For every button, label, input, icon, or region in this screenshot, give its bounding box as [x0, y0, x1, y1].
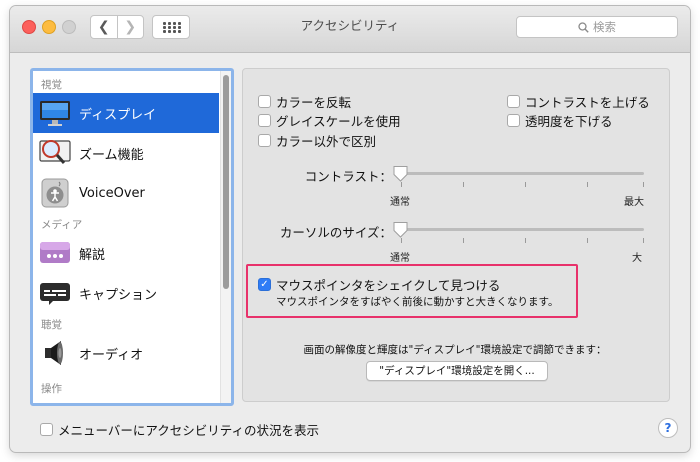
checkbox-label: グレイスケールを使用	[276, 114, 401, 129]
cursor-min-label: 通常	[390, 253, 410, 264]
checkbox-box[interactable]	[258, 95, 271, 108]
search-field[interactable]: 検索	[516, 16, 678, 38]
contrast-slider-label: コントラスト：	[304, 169, 392, 184]
sidebar-item-audio[interactable]: オーディオ	[33, 333, 219, 373]
descriptions-icon	[39, 237, 71, 269]
preferences-window: ❮ ❯ アクセシビリティ 検索 視覚 ディスプレイ ズーム機能 VoiceOve…	[10, 6, 690, 452]
zoom-icon	[39, 137, 71, 169]
sidebar-scrollbar[interactable]	[220, 71, 231, 403]
sidebar-item-label: ディスプレイ	[79, 107, 157, 123]
scrollbar-thumb[interactable]	[223, 75, 229, 289]
checkbox-label: 透明度を下げる	[525, 114, 613, 129]
voiceover-icon	[39, 177, 71, 209]
checkbox-box[interactable]	[258, 134, 271, 147]
display-icon	[39, 97, 71, 129]
contrast-slider-track[interactable]	[394, 172, 644, 175]
sidebar-item-display[interactable]: ディスプレイ	[33, 93, 219, 133]
sidebar-item-captions[interactable]: キャプション	[33, 273, 219, 313]
grayscale-checkbox[interactable]: グレイスケールを使用	[258, 111, 401, 130]
cursor-size-slider-label: カーソルのサイズ：	[279, 225, 392, 240]
category-sidebar[interactable]: 視覚 ディスプレイ ズーム機能 VoiceOver メディア 解説 キャプション…	[30, 68, 234, 406]
cursor-size-slider-knob[interactable]	[393, 221, 408, 238]
checkbox-box[interactable]	[507, 114, 520, 127]
checkbox-box[interactable]	[258, 114, 271, 127]
checkbox-label: メニューバーにアクセシビリティの状況を表示	[58, 423, 320, 438]
search-icon	[578, 21, 589, 33]
sidebar-item-label: オーディオ	[79, 347, 144, 363]
checkbox-label: カラー以外で区別	[276, 134, 377, 149]
checkbox-label: コントラストを上げる	[525, 95, 650, 110]
differentiate-without-color-checkbox[interactable]: カラー以外で区別	[258, 131, 376, 150]
question-mark-icon: ?	[664, 421, 672, 435]
sidebar-item-voiceover[interactable]: VoiceOver	[33, 173, 219, 213]
sidebar-item-descriptions[interactable]: 解説	[33, 233, 219, 273]
checkbox-box[interactable]	[40, 423, 53, 436]
cursor-size-slider-track[interactable]	[394, 228, 644, 231]
sidebar-item-label: ズーム機能	[79, 147, 144, 163]
speaker-icon	[39, 337, 71, 369]
search-placeholder: 検索	[593, 20, 616, 34]
reduce-transparency-checkbox[interactable]: 透明度を下げる	[507, 111, 613, 130]
title-bar: ❮ ❯ アクセシビリティ 検索	[10, 6, 690, 53]
sidebar-header-interaction: 操作	[41, 383, 62, 395]
show-in-menubar-checkbox[interactable]: メニューバーにアクセシビリティの状況を表示	[40, 420, 319, 439]
contrast-slider-knob[interactable]	[393, 165, 408, 182]
sidebar-header-hearing: 聴覚	[41, 319, 62, 331]
invert-colors-checkbox[interactable]: カラーを反転	[258, 92, 351, 111]
shake-to-locate-checkbox[interactable]: ✓ マウスポインタをシェイクして見つける	[258, 275, 500, 294]
shake-description: マウスポインタをすばやく前後に動かすと大きくなります。	[276, 296, 559, 308]
captions-icon	[39, 277, 71, 309]
open-display-preferences-button[interactable]: "ディスプレイ"環境設定を開く...	[366, 361, 548, 381]
contrast-max-label: 最大	[624, 197, 644, 208]
display-settings-note: 画面の解像度と輝度は"ディスプレイ"環境設定で調節できます：	[303, 344, 607, 356]
sidebar-item-label: キャプション	[79, 287, 158, 303]
sidebar-item-zoom[interactable]: ズーム機能	[33, 133, 219, 173]
contrast-min-label: 通常	[390, 197, 410, 208]
sidebar-item-label: 解説	[79, 247, 106, 263]
checkbox-label: マウスポインタをシェイクして見つける	[276, 278, 501, 293]
checkbox-box[interactable]: ✓	[258, 278, 271, 291]
sidebar-header-media: メディア	[41, 219, 83, 231]
help-button[interactable]: ?	[658, 418, 678, 438]
sidebar-item-label: VoiceOver	[79, 185, 145, 201]
increase-contrast-checkbox[interactable]: コントラストを上げる	[507, 92, 650, 111]
cursor-max-label: 大	[632, 253, 642, 264]
checkbox-box[interactable]	[507, 95, 520, 108]
sidebar-header-vision: 視覚	[41, 79, 62, 91]
checkbox-label: カラーを反転	[276, 95, 352, 110]
